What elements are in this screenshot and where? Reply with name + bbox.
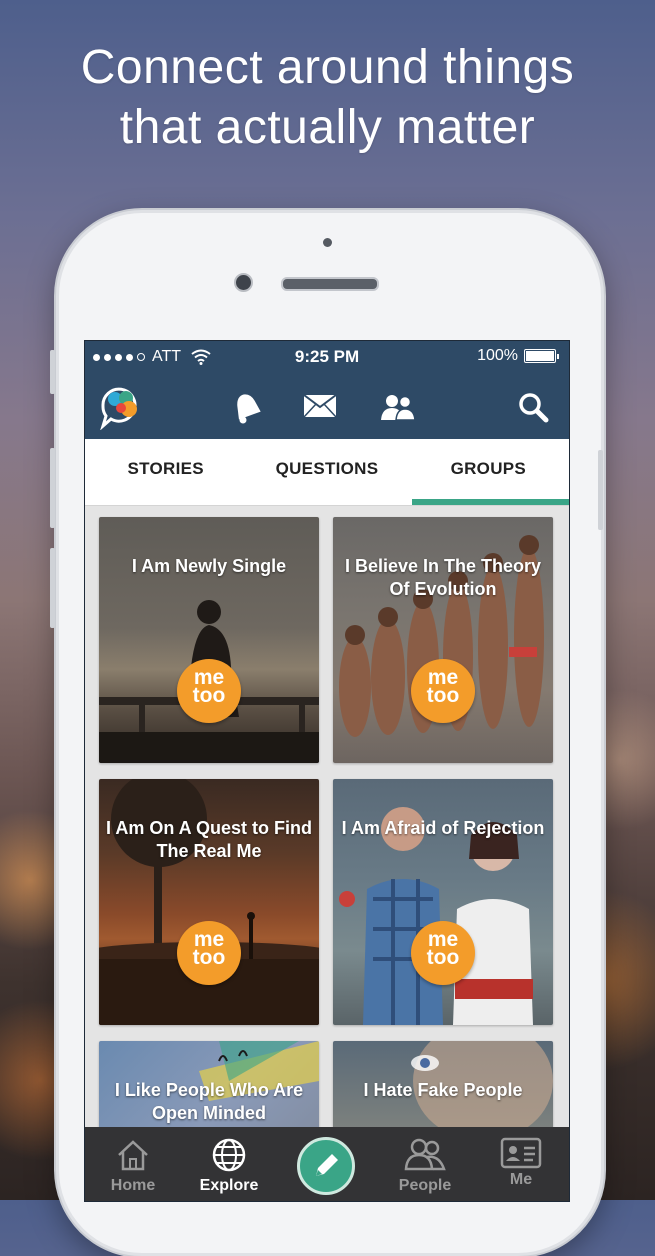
- me-too-button[interactable]: me too: [177, 921, 241, 985]
- volume-up-button: [50, 448, 55, 528]
- friends-icon[interactable]: [379, 393, 417, 421]
- proximity-sensor: [234, 273, 253, 292]
- search-icon[interactable]: [517, 391, 549, 423]
- mute-switch: [50, 350, 55, 394]
- compose-button[interactable]: [297, 1137, 355, 1195]
- group-title: I Believe In The Theory Of Evolution: [344, 556, 542, 599]
- headline-line-1: Connect around things: [80, 41, 575, 94]
- group-image: [99, 600, 319, 763]
- earpiece-speaker: [281, 277, 379, 291]
- group-title: I Am On A Quest to Find The Real Me: [106, 818, 312, 861]
- group-title: I Hate Fake People: [363, 1080, 523, 1100]
- nav-people[interactable]: People: [377, 1127, 473, 1201]
- tab-stories[interactable]: STORIES: [85, 439, 246, 505]
- group-card[interactable]: I Am Newly Single me too: [99, 517, 319, 763]
- me-too-button[interactable]: me too: [177, 659, 241, 723]
- nav-home[interactable]: Home: [85, 1127, 181, 1201]
- app-logo-icon[interactable]: [95, 382, 147, 430]
- group-image: [99, 779, 319, 1025]
- group-title: I Am Afraid of Rejection: [341, 818, 545, 838]
- battery-icon: [524, 349, 556, 363]
- pencil-icon: [316, 1154, 338, 1176]
- app-toolbar: [85, 373, 569, 439]
- app-screen: ATT 9:25 PM 100% STORIES QUESTIONS GROUP…: [84, 340, 570, 1202]
- nav-home-label: Home: [110, 1177, 156, 1194]
- group-card[interactable]: I Am On A Quest to Find The Real Me me to…: [99, 779, 319, 1025]
- tab-questions[interactable]: QUESTIONS: [246, 439, 407, 505]
- nav-me-label: Me: [509, 1171, 533, 1188]
- tab-bar: STORIES QUESTIONS GROUPS: [85, 439, 569, 506]
- nav-explore[interactable]: Explore: [181, 1127, 277, 1201]
- group-image: [339, 535, 544, 737]
- headline: Connect around things that actually matt…: [0, 38, 655, 158]
- globe-icon: [212, 1138, 246, 1172]
- headline-line-2: that actually matter: [119, 101, 536, 154]
- group-card[interactable]: I Believe In The Theory Of Evolution me t…: [333, 517, 553, 763]
- bottom-navigation: Home Explore People Me: [85, 1127, 569, 1201]
- group-image: [339, 807, 533, 1025]
- tab-groups[interactable]: GROUPS: [408, 439, 569, 505]
- me-too-button[interactable]: me too: [411, 659, 475, 723]
- group-title: I Am Newly Single: [131, 556, 287, 576]
- nav-people-label: People: [398, 1177, 452, 1194]
- front-camera: [323, 238, 332, 247]
- me-too-button[interactable]: me too: [411, 921, 475, 985]
- bell-icon[interactable]: [229, 389, 263, 425]
- status-bar: ATT 9:25 PM 100%: [85, 341, 569, 373]
- battery-status: 100%: [477, 347, 559, 365]
- id-card-icon: [500, 1137, 542, 1169]
- battery-percent: 100%: [477, 347, 518, 364]
- volume-down-button: [50, 548, 55, 628]
- home-icon: [118, 1140, 148, 1171]
- mail-icon[interactable]: [303, 394, 337, 418]
- power-button: [598, 450, 603, 530]
- nav-explore-label: Explore: [199, 1177, 259, 1194]
- people-icon: [404, 1138, 446, 1171]
- nav-me[interactable]: Me: [473, 1127, 569, 1201]
- group-card[interactable]: I Am Afraid of Rejection me too: [333, 779, 553, 1025]
- group-title: I Like People Who Are Open Minded: [114, 1080, 304, 1123]
